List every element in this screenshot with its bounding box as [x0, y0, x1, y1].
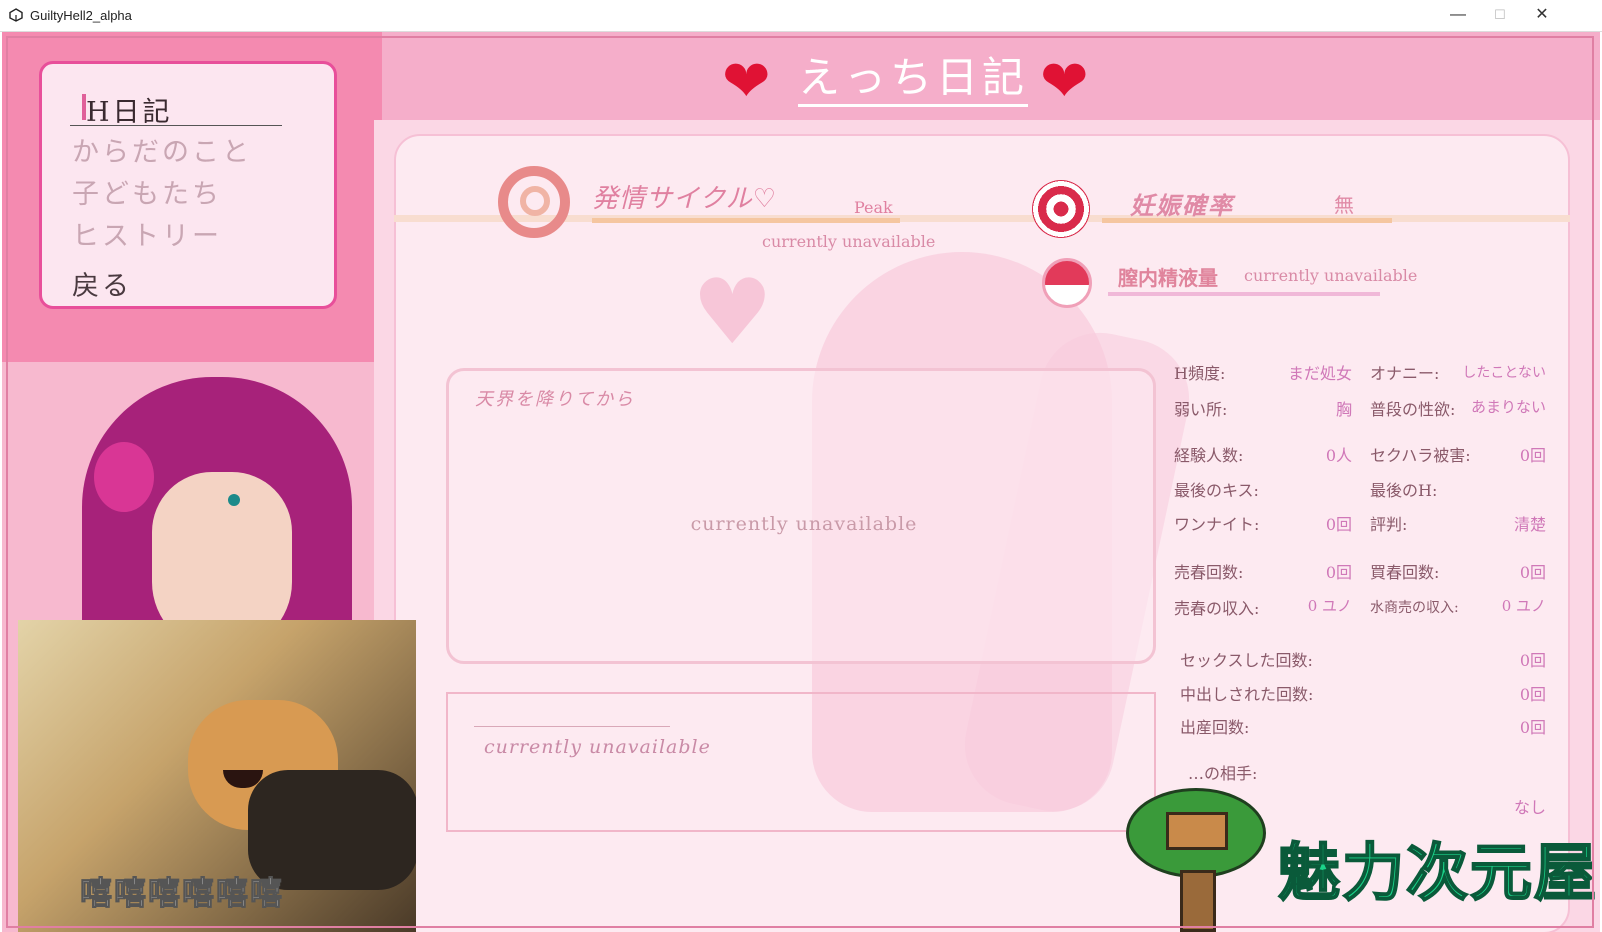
window-titlebar: GuiltyHell2_alpha — ☐ ✕: [0, 0, 1602, 32]
maximize-button[interactable]: ☐: [1480, 4, 1520, 26]
close-button[interactable]: ✕: [1522, 4, 1562, 26]
minimize-button[interactable]: —: [1438, 4, 1478, 26]
game-frame: [6, 36, 1594, 928]
window-title: GuiltyHell2_alpha: [30, 8, 132, 23]
game-viewport: H日記 からだのこと 子どもたち ヒストリー 戻る ❤ えっち日記 ❤ ♥ 発情…: [2, 32, 1600, 932]
unity-app-icon: [9, 8, 23, 22]
